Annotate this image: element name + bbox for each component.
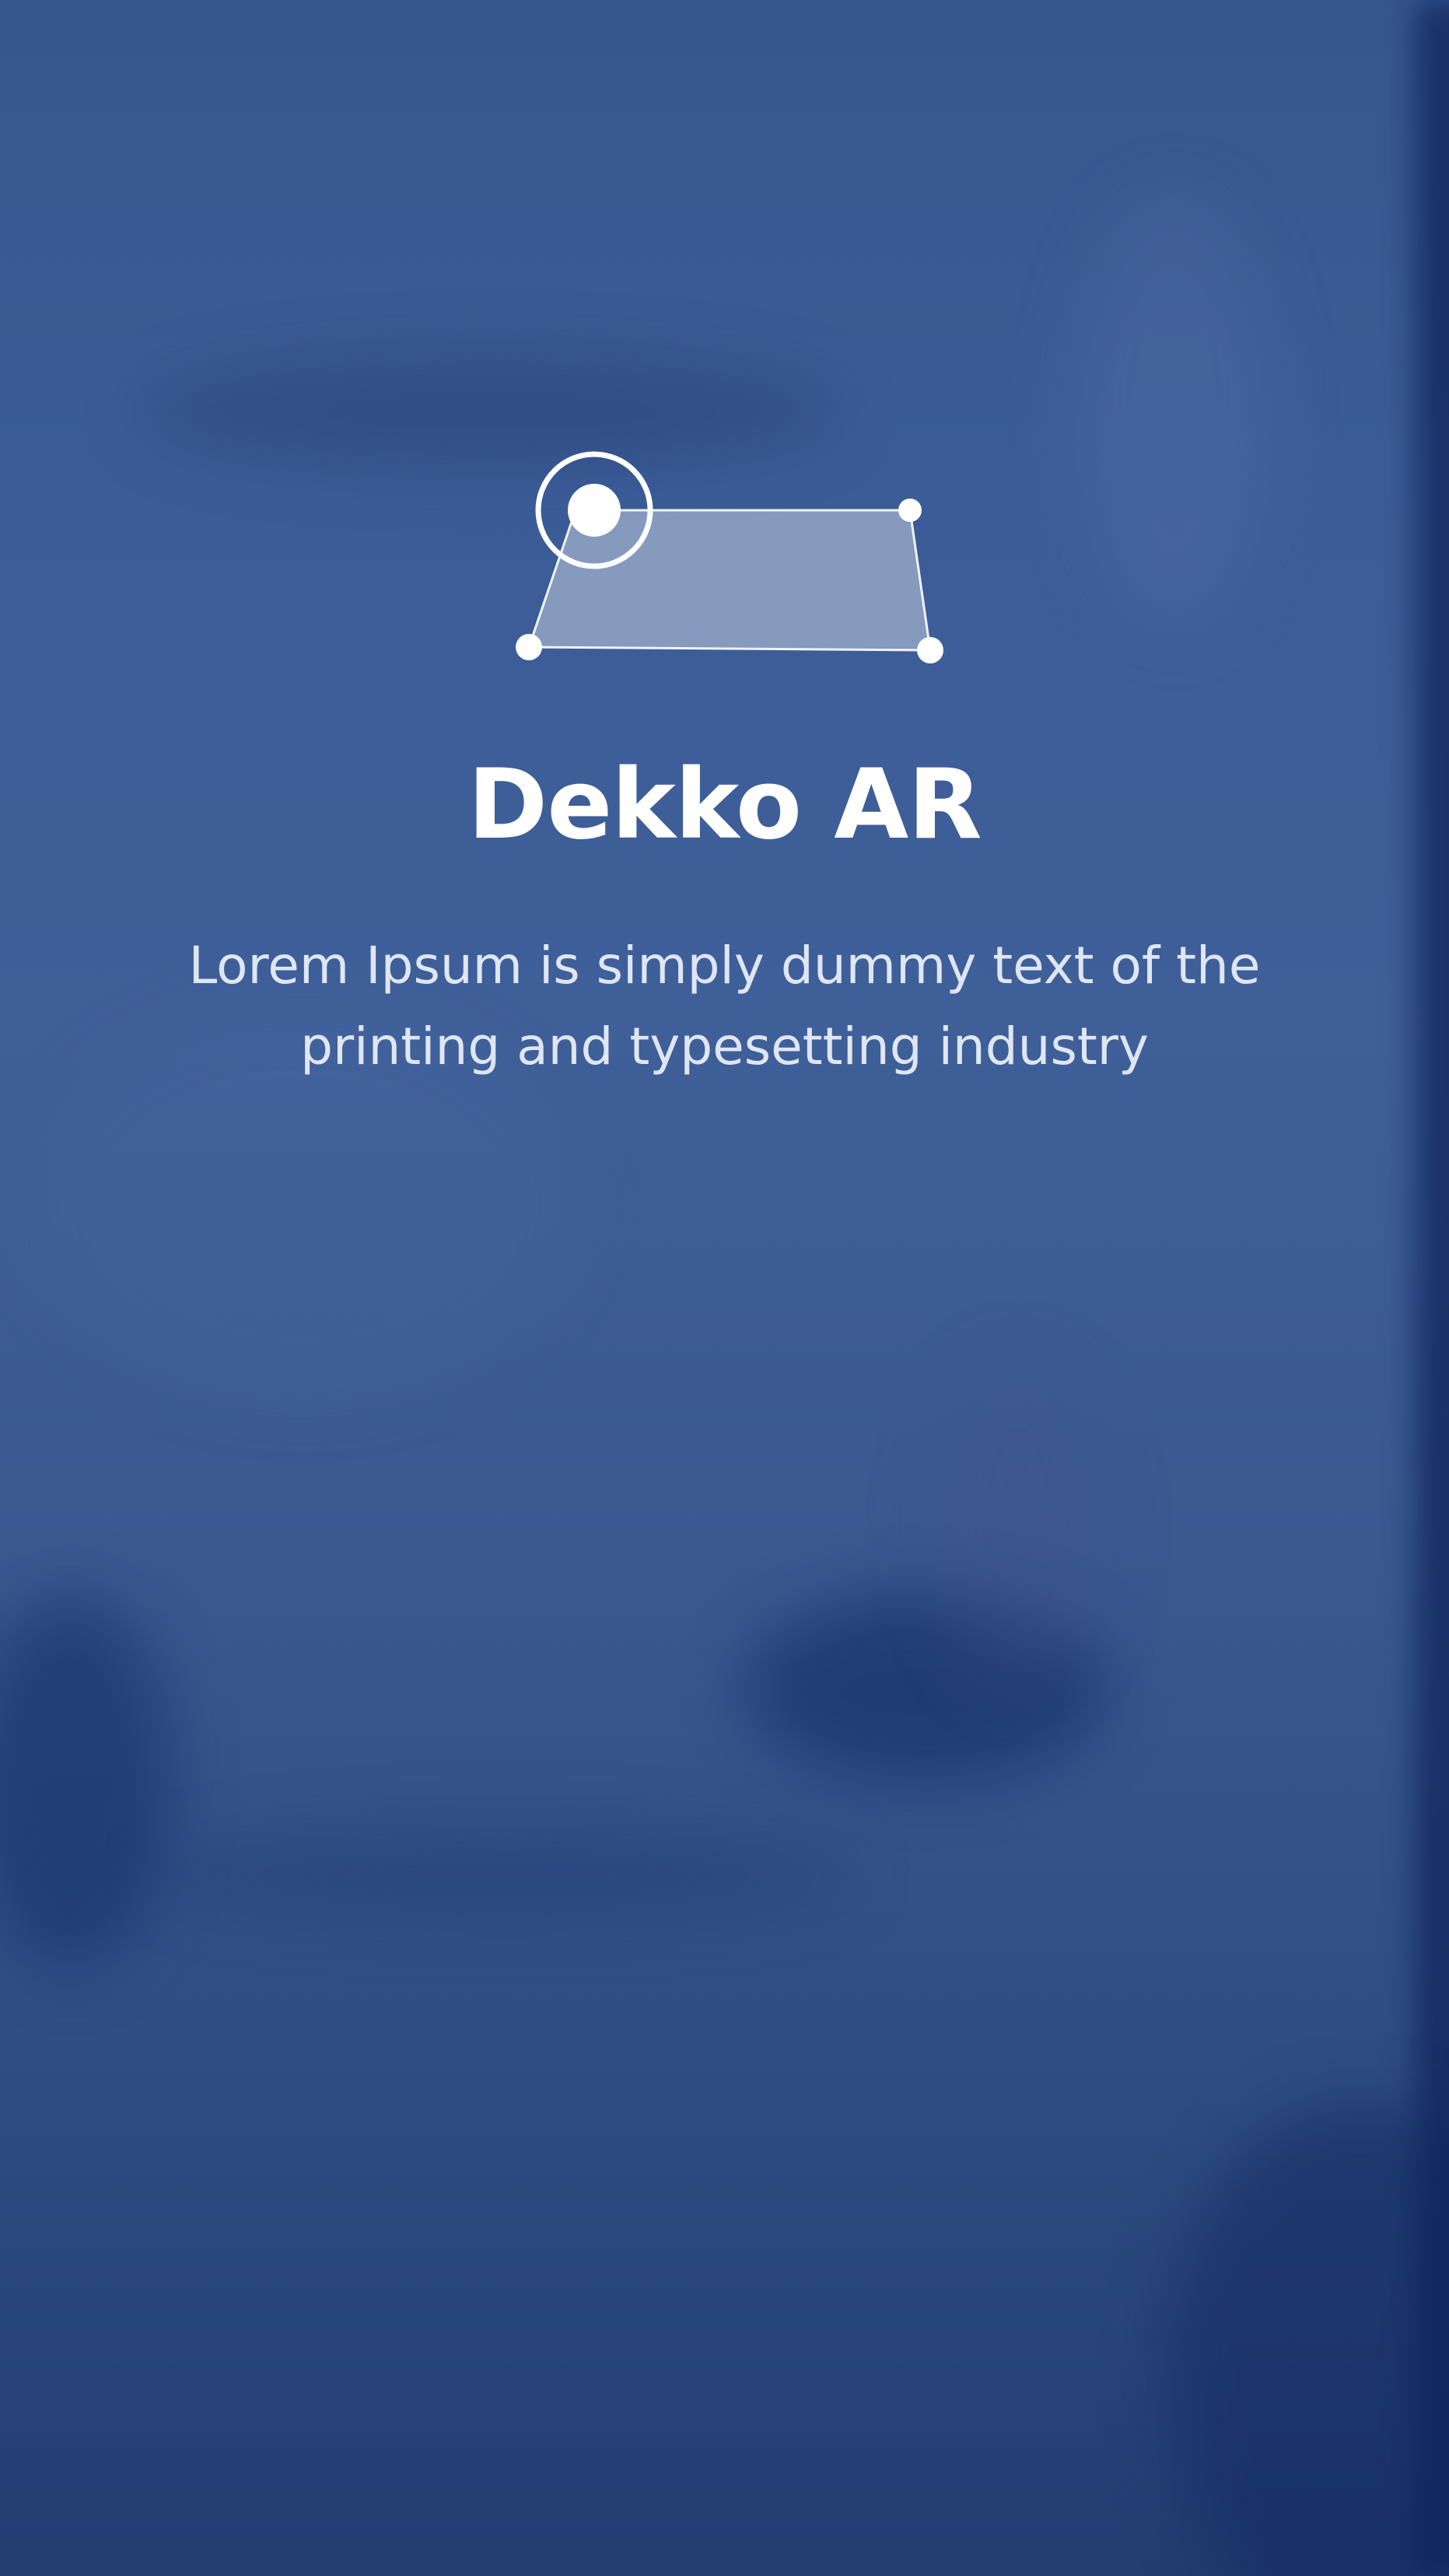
app-description: Lorem Ipsum is simply dummy text of the … <box>188 936 1261 1076</box>
app-title: Dekko AR <box>467 749 982 861</box>
blurred-camera-background <box>0 0 1449 2576</box>
ar-plane-detection-icon <box>498 436 964 669</box>
